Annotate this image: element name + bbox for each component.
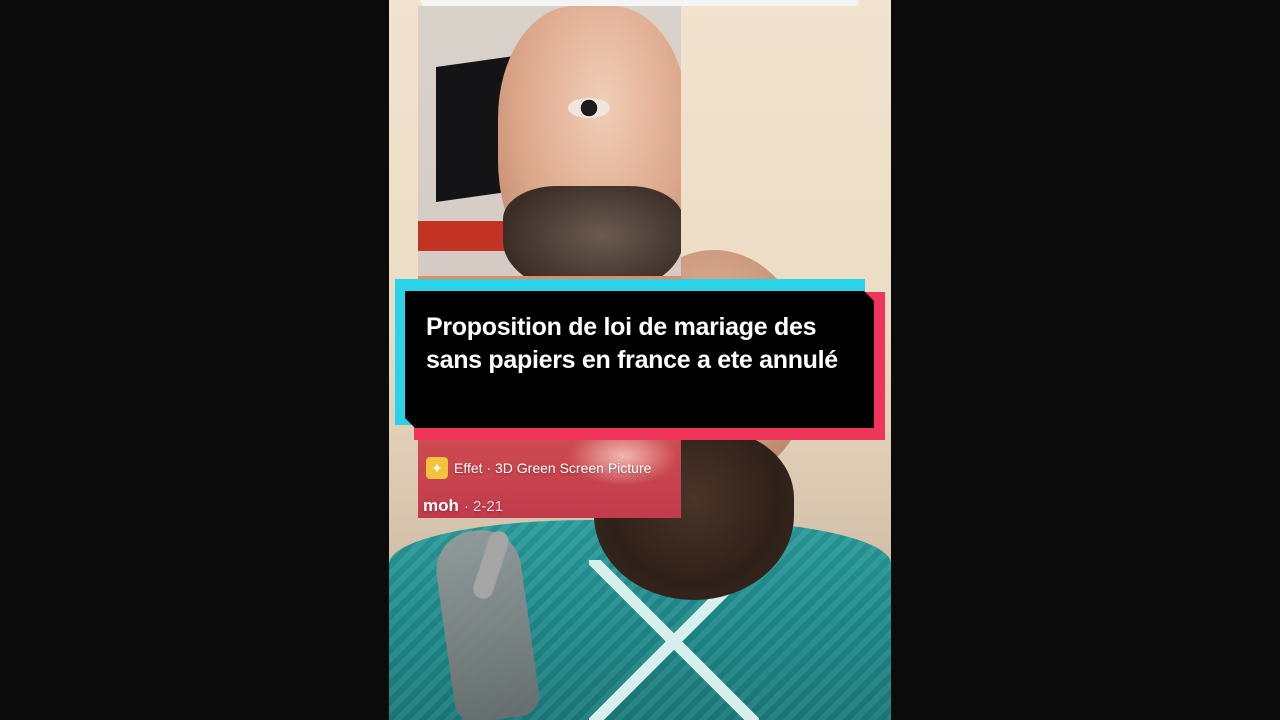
effect-sparkle-icon: ✦: [426, 457, 448, 479]
effect-label: Effet · 3D Green Screen Picture: [454, 460, 652, 476]
author-date: · 2-21: [463, 498, 504, 515]
green-screen-picture: [418, 6, 681, 518]
caption-text: Proposition de loi de mariage des sans p…: [426, 313, 838, 374]
video-frame: ✦ Effet · 3D Green Screen Picture moh · …: [0, 0, 1280, 720]
author-info[interactable]: moh · 2-21: [423, 496, 503, 516]
pip-eye: [568, 98, 610, 118]
author-name: moh: [423, 496, 459, 515]
effect-tag[interactable]: ✦ Effet · 3D Green Screen Picture: [426, 457, 651, 479]
